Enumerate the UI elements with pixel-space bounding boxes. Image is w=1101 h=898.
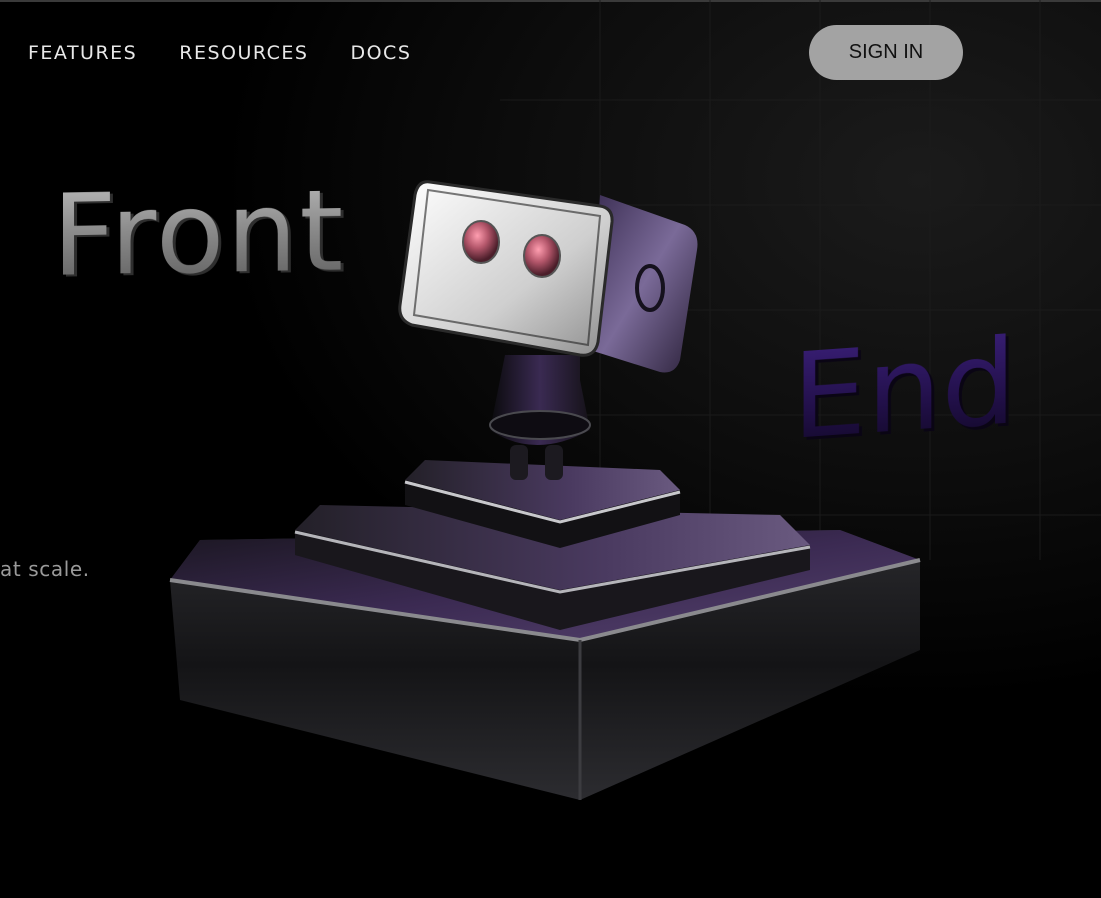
robot-illustration — [169, 180, 921, 800]
nav-link-resources[interactable]: RESOURCES — [179, 40, 308, 66]
hero-tagline: at scale. — [0, 557, 90, 581]
sign-in-button[interactable]: SIGN IN — [809, 25, 963, 80]
nav-link-features[interactable]: FEATURES — [28, 40, 137, 66]
hero-page: FEATURES RESOURCES DOCS SIGN IN Front En… — [0, 0, 1101, 898]
main-nav: FEATURES RESOURCES DOCS — [28, 40, 453, 66]
nav-link-docs[interactable]: DOCS — [350, 40, 411, 66]
